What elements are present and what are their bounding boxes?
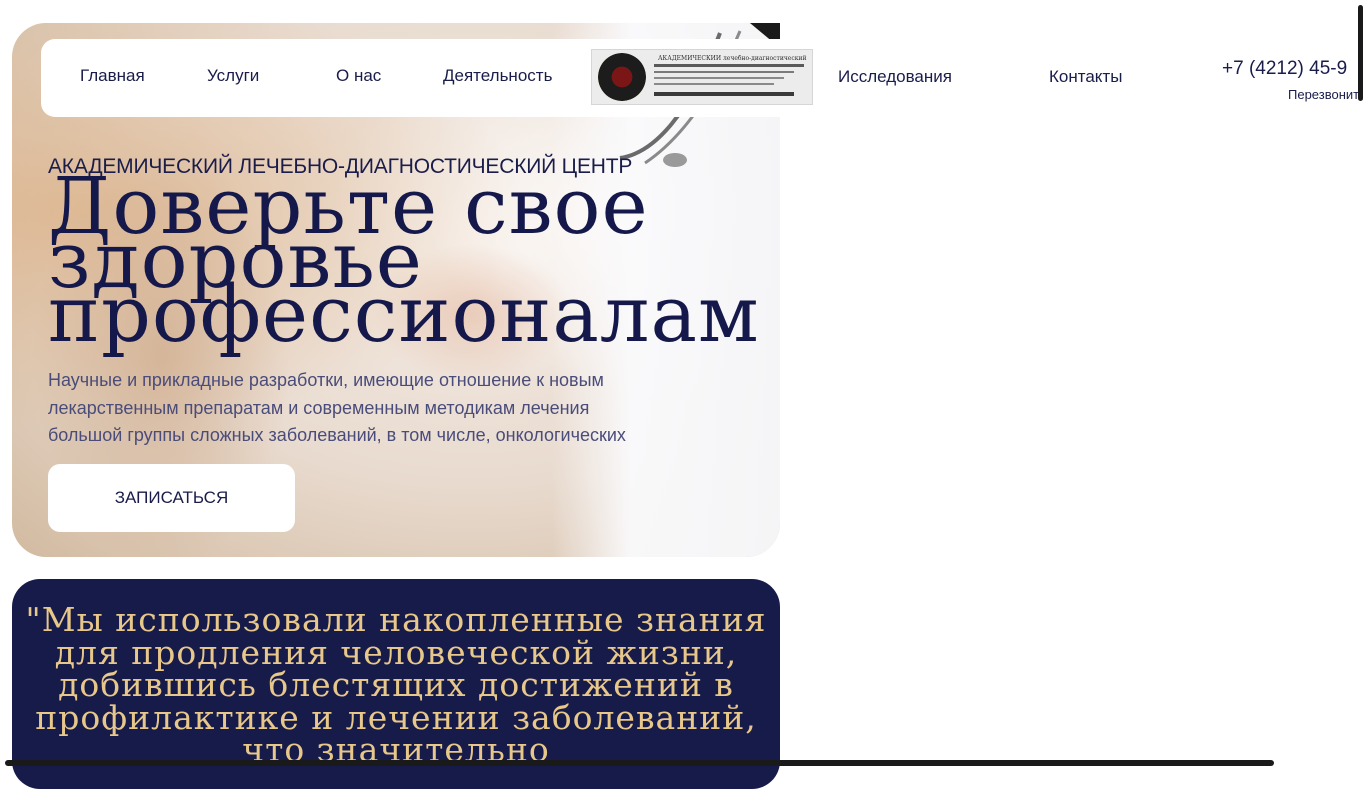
nav-services-link[interactable]: Услуги: [207, 66, 259, 86]
horizontal-scrollbar[interactable]: [5, 760, 1274, 766]
logo-seal-icon: [598, 53, 646, 101]
logo-text-line: [654, 77, 784, 79]
nav-about-link[interactable]: О нас: [336, 66, 381, 86]
quote-text: "Мы использовали накопленные знания для …: [25, 600, 767, 769]
site-logo[interactable]: АКАДЕМИЧЕСКИЙ лечебно-диагностический це…: [591, 49, 813, 105]
nav-home-link[interactable]: Главная: [80, 66, 145, 86]
signup-button[interactable]: ЗАПИСАТЬСЯ: [48, 464, 295, 532]
logo-text-line: [654, 71, 794, 73]
nav-research-link[interactable]: Исследования: [838, 67, 952, 87]
hero-lead-text: Научные и прикладные разработки, имеющие…: [48, 370, 626, 445]
logo-text-line: [654, 64, 804, 67]
nav-contacts-link[interactable]: Контакты: [1049, 67, 1122, 87]
logo-text-line: [654, 83, 774, 85]
logo-caption: АКАДЕМИЧЕСКИЙ лечебно-диагностический це…: [658, 55, 808, 62]
logo-chinese-line: [654, 92, 794, 96]
callback-link[interactable]: Перезвонит: [1288, 87, 1359, 102]
phone-link[interactable]: +7 (4212) 45-9: [1222, 58, 1347, 80]
nav-activity-link[interactable]: Деятельность: [443, 66, 552, 86]
vertical-scrollbar[interactable]: [1358, 5, 1363, 101]
hero-headline: Доверьте свое здоровье профессионалам: [48, 162, 760, 360]
